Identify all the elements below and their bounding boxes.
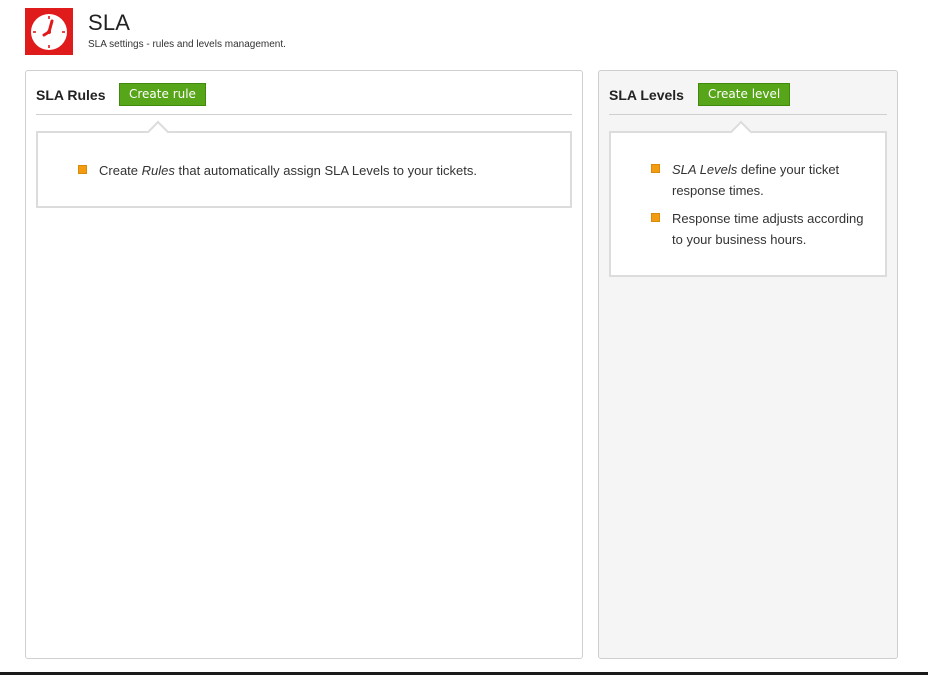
- bullet-square-icon: [651, 164, 660, 173]
- sla-levels-info-list: SLA Levels define your ticket response t…: [651, 159, 871, 257]
- create-rule-button[interactable]: Create rule: [119, 83, 206, 106]
- bullet-square-icon: [651, 213, 660, 222]
- sla-rules-title: SLA Rules: [36, 87, 106, 103]
- sla-levels-header: SLA Levels Create level: [609, 83, 887, 115]
- callout-arrow: [146, 120, 170, 144]
- bullet-square-icon: [78, 165, 87, 174]
- page-title: SLA: [88, 10, 131, 35]
- clock-icon: [31, 13, 67, 50]
- list-item: Response time adjusts according to your …: [651, 208, 871, 250]
- sla-rules-info-box: Create Rules that automatically assign S…: [36, 120, 572, 208]
- sla-logo: [25, 8, 73, 55]
- create-level-button[interactable]: Create level: [698, 83, 791, 106]
- page-header: SLA SLA settings - rules and levels mana…: [25, 8, 905, 56]
- sla-rules-panel: SLA Rules Create rule Create Rules that …: [25, 70, 583, 659]
- sla-levels-info-box: SLA Levels define your ticket response t…: [609, 120, 887, 277]
- sla-rules-header: SLA Rules Create rule: [36, 83, 572, 115]
- list-item: Create Rules that automatically assign S…: [78, 160, 560, 181]
- callout-arrow: [729, 120, 753, 144]
- sla-levels-panel: SLA Levels Create level SLA Levels defin…: [598, 70, 898, 659]
- sla-levels-title: SLA Levels: [609, 87, 684, 103]
- sla-rules-info-list: Create Rules that automatically assign S…: [78, 160, 560, 188]
- page-subtitle: SLA settings - rules and levels manageme…: [88, 39, 286, 50]
- list-item: SLA Levels define your ticket response t…: [651, 159, 871, 201]
